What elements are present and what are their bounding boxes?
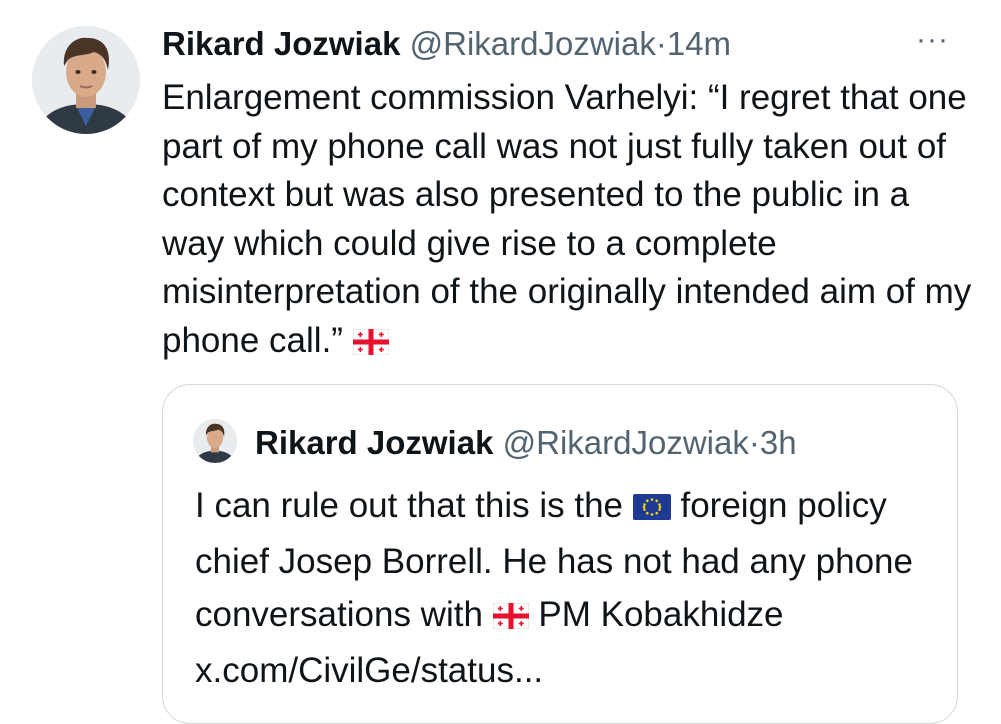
quoted-author-name[interactable]: Rikard Jozwiak bbox=[255, 424, 493, 461]
separator-dot: · bbox=[655, 25, 667, 62]
georgia-flag-icon bbox=[492, 591, 530, 644]
quoted-tweet[interactable]: Rikard Jozwiak @RikardJozwiak·3h I can r… bbox=[162, 384, 958, 724]
avatar-portrait-icon bbox=[32, 26, 140, 134]
quoted-tweet-header: Rikard Jozwiak @RikardJozwiak·3h bbox=[255, 421, 797, 465]
quoted-author-avatar[interactable] bbox=[193, 419, 237, 463]
tweet-text: Enlargement commission Varhelyi: “I regr… bbox=[162, 78, 972, 360]
quoted-text-part1: I can rule out that this is the bbox=[195, 486, 624, 525]
avatar-portrait-icon bbox=[193, 419, 237, 463]
eu-flag-icon bbox=[632, 482, 671, 535]
quoted-author-handle[interactable]: @RikardJozwiak bbox=[503, 424, 749, 461]
quoted-tweet-body: I can rule out that this is the foreign … bbox=[195, 479, 935, 697]
author-name[interactable]: Rikard Jozwiak bbox=[162, 25, 400, 62]
georgia-flag-icon bbox=[352, 320, 390, 369]
quoted-tweet-time[interactable]: 3h bbox=[760, 424, 797, 461]
tweet-header: Rikard Jozwiak @RikardJozwiak·14m bbox=[162, 22, 731, 66]
author-handle[interactable]: @RikardJozwiak bbox=[410, 25, 656, 62]
author-avatar[interactable] bbox=[32, 26, 140, 134]
more-options-icon[interactable]: ··· bbox=[916, 25, 949, 55]
tweet-body: Enlargement commission Varhelyi: “I regr… bbox=[162, 74, 972, 369]
separator-dot: · bbox=[748, 424, 760, 461]
tweet-time[interactable]: 14m bbox=[667, 25, 731, 62]
tweet[interactable]: Rikard Jozwiak @RikardJozwiak·14m ··· En… bbox=[0, 0, 1001, 724]
